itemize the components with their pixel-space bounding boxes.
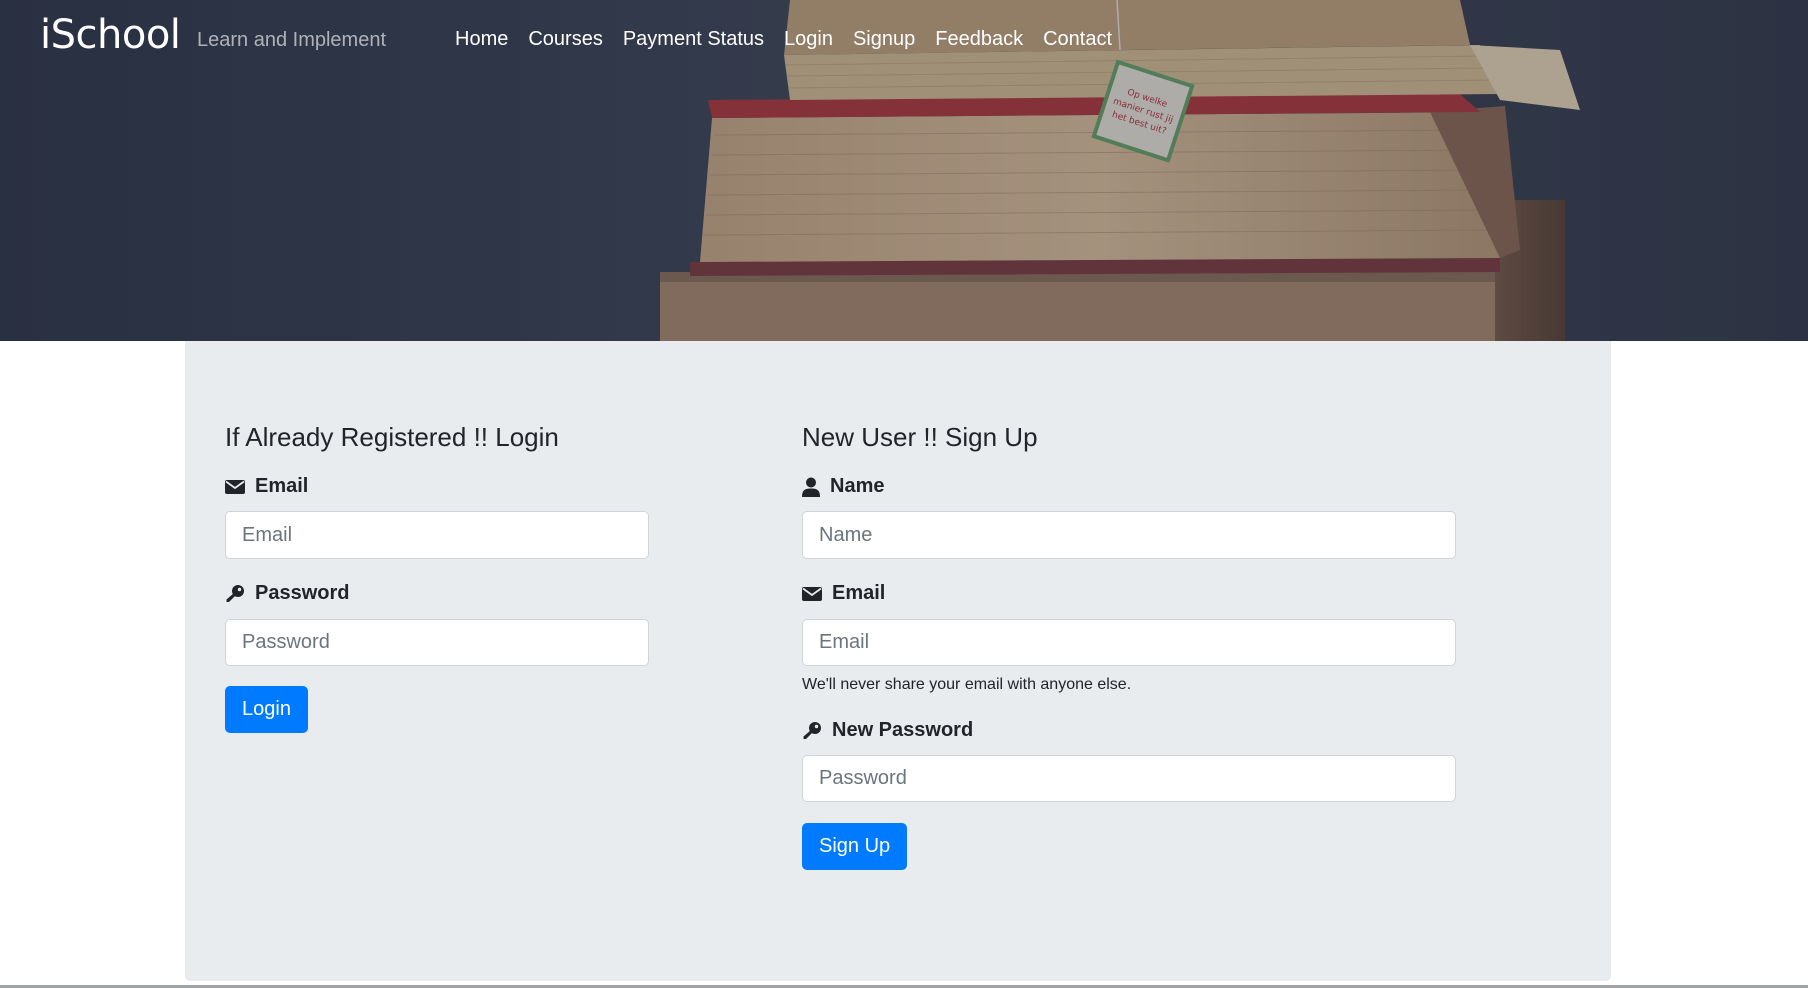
signup-name-input[interactable] (802, 511, 1456, 559)
login-button[interactable]: Login (225, 686, 308, 733)
signup-password-label-text: New Password (832, 719, 974, 741)
nav-contact[interactable]: Contact (1043, 28, 1112, 51)
login-title: If Already Registered !! Login (225, 422, 559, 452)
signup-name-label-text: Name (830, 475, 885, 497)
login-email-label: Email (225, 475, 308, 498)
login-password-input[interactable] (225, 619, 649, 666)
login-password-label: Password (225, 582, 349, 605)
nav-feedback[interactable]: Feedback (935, 28, 1023, 51)
signup-email-input[interactable] (802, 619, 1456, 666)
login-password-label-text: Password (255, 582, 350, 604)
envelope-icon (802, 586, 822, 601)
signup-password-input[interactable] (802, 755, 1456, 802)
nav-home[interactable]: Home (455, 28, 508, 51)
auth-panel: If Already Registered !! Login Email Pas… (185, 341, 1611, 981)
nav-signup[interactable]: Signup (853, 28, 915, 51)
email-help-text: We'll never share your email with anyone… (802, 676, 1132, 693)
nav-login[interactable]: Login (784, 28, 833, 51)
envelope-icon (225, 479, 245, 494)
nav-payment-status[interactable]: Payment Status (623, 28, 764, 51)
signup-button[interactable]: Sign Up (802, 823, 908, 870)
main-nav: Home Courses Payment Status Login Signup… (455, 28, 1112, 51)
signup-email-label-text: Email (832, 582, 886, 604)
signup-title: New User !! Sign Up (802, 422, 1038, 452)
user-icon (802, 477, 820, 497)
key-icon (803, 721, 821, 739)
key-icon (226, 584, 244, 602)
signup-password-label: New Password (802, 719, 973, 742)
brand-tagline: Learn and Implement (197, 29, 387, 51)
nav-courses[interactable]: Courses (528, 28, 602, 51)
brand-logo[interactable]: iSchool (40, 12, 181, 58)
signup-email-label: Email (802, 582, 885, 605)
hero-banner: Op welke manier rust jij het best uit? i… (0, 0, 1808, 341)
login-email-label-text: Email (255, 475, 309, 497)
login-email-input[interactable] (225, 511, 649, 559)
signup-name-label: Name (802, 475, 884, 498)
